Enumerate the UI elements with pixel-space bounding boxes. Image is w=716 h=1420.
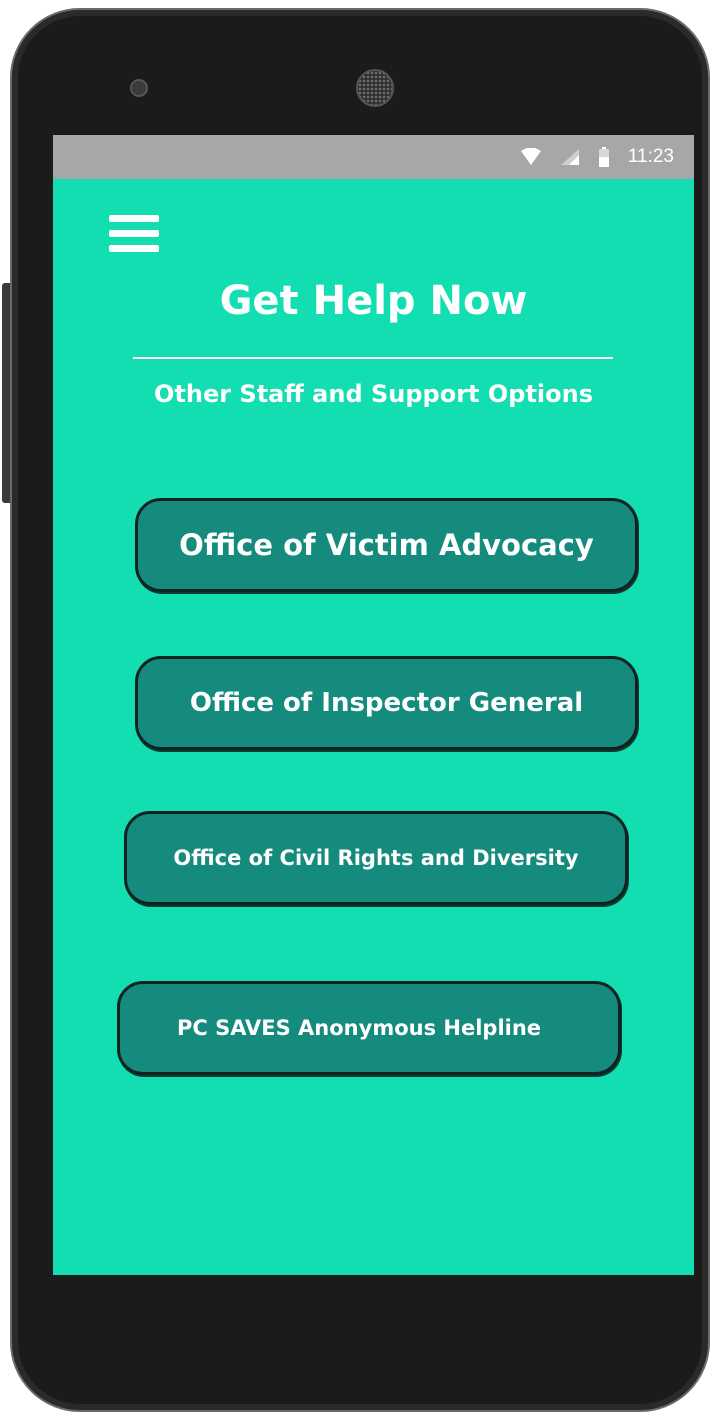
status-time: 11:23: [627, 146, 674, 167]
front-camera: [130, 79, 148, 97]
pc-saves-helpline-button[interactable]: PC SAVES Anonymous Helpline: [117, 981, 621, 1075]
page-title: Get Help Now: [219, 278, 528, 324]
wifi-icon: [520, 148, 541, 165]
victim-advocacy-button[interactable]: Office of Victim Advocacy: [135, 498, 638, 592]
earpiece-speaker: [356, 69, 394, 107]
title-divider: [133, 357, 613, 359]
hamburger-menu-icon[interactable]: [109, 215, 159, 259]
battery-icon: [598, 147, 609, 167]
civil-rights-diversity-button[interactable]: Office of Civil Rights and Diversity: [124, 811, 628, 905]
inspector-general-button[interactable]: Office of Inspector General: [135, 656, 638, 750]
phone-frame: 11:23 Get Help Now Other Staff and Suppo…: [10, 8, 710, 1412]
side-volume-button: [2, 283, 10, 503]
app-screen: 11:23 Get Help Now Other Staff and Suppo…: [53, 135, 694, 1275]
page-subtitle: Other Staff and Support Options: [153, 380, 594, 408]
status-bar: 11:23: [53, 135, 694, 179]
signal-icon: [560, 149, 579, 165]
